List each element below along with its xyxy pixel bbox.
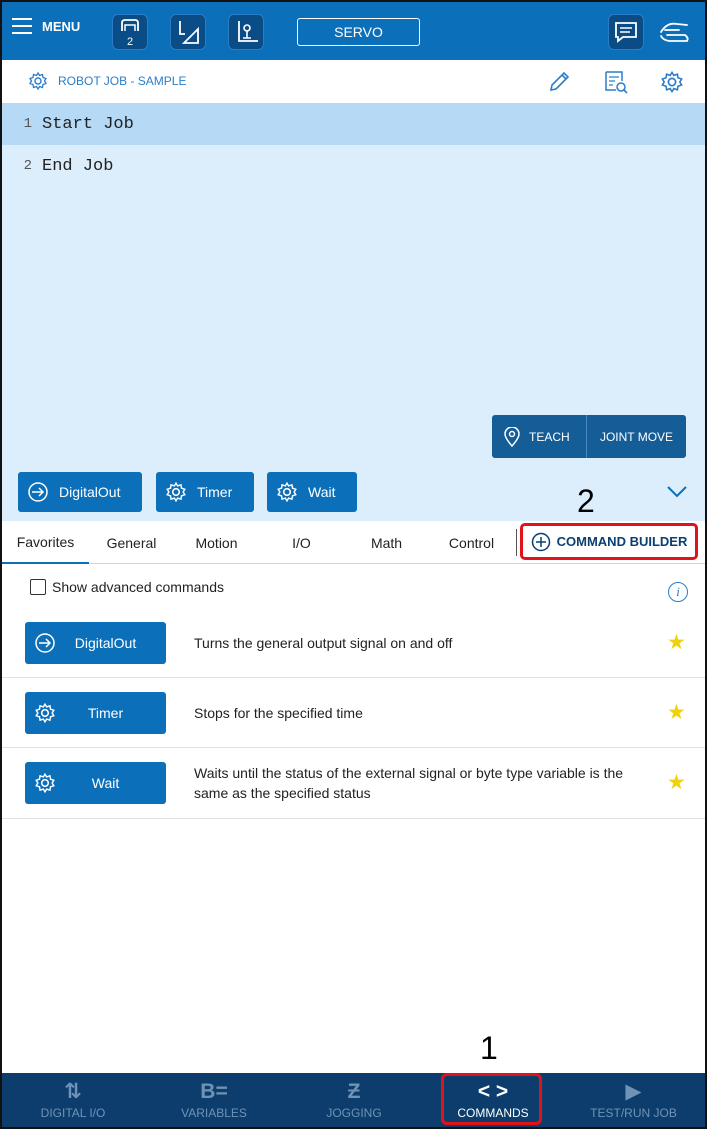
- command-button-wait[interactable]: Wait: [25, 762, 166, 804]
- gear-icon: [166, 481, 186, 503]
- menu-button[interactable]: MENU: [12, 18, 80, 34]
- chat-icon: [615, 22, 637, 43]
- tool-frame-button[interactable]: [228, 14, 264, 50]
- command-label: DigitalOut: [74, 635, 137, 651]
- line-text: End Job: [42, 156, 114, 176]
- hamburger-icon: [12, 18, 32, 34]
- play-icon: ▶: [625, 1079, 642, 1103]
- hand-icon: [660, 22, 689, 42]
- arrow-in-icon: [28, 482, 48, 502]
- command-builder-button[interactable]: COMMAND BUILDER: [520, 523, 698, 560]
- plus-circle-icon: [531, 532, 550, 551]
- advanced-checkbox[interactable]: [30, 579, 46, 595]
- star-icon[interactable]: ★: [667, 632, 686, 653]
- tab-math[interactable]: Math: [344, 521, 429, 564]
- nav-jogging[interactable]: Ƶ JOGGING: [284, 1073, 424, 1127]
- job-search-icon[interactable]: [603, 69, 629, 95]
- command-description: Turns the general output signal on and o…: [194, 635, 453, 651]
- arrow-in-icon: [35, 633, 55, 653]
- annotation-number: 2: [577, 483, 595, 519]
- gear-icon: [277, 481, 297, 503]
- list-item: Timer Stops for the specified time ★: [2, 678, 705, 748]
- gear-icon: [35, 702, 55, 724]
- nav-label: DIGITAL I/O: [40, 1105, 106, 1120]
- command-description: Stops for the specified time: [194, 705, 363, 721]
- annotation-number: 1: [480, 1030, 498, 1066]
- job-line[interactable]: 2 End Job: [2, 145, 705, 187]
- info-icon[interactable]: i: [668, 582, 688, 602]
- tab-favorites[interactable]: Favorites: [2, 521, 89, 564]
- show-advanced-toggle[interactable]: Show advanced commands: [30, 579, 224, 595]
- command-button-digitalout[interactable]: DigitalOut: [25, 622, 166, 664]
- axis-icon: [238, 21, 258, 42]
- robot-number: 2: [127, 36, 133, 47]
- menu-label: MENU: [42, 18, 81, 34]
- settings-gear-icon[interactable]: [660, 70, 684, 94]
- job-settings-icon[interactable]: [28, 71, 48, 91]
- command-label: Timer: [87, 705, 124, 721]
- quick-command-label: DigitalOut: [59, 484, 121, 500]
- app-frame: MENU 2 SERVO ROBOT JOB - SAMPLE 1 Start …: [0, 0, 707, 1129]
- robot-select-button[interactable]: 2: [112, 14, 148, 50]
- coordinate-frame-button[interactable]: [170, 14, 206, 50]
- job-title: ROBOT JOB - SAMPLE: [58, 74, 187, 88]
- nav-test-run-job[interactable]: ▶ TEST/RUN JOB: [562, 1073, 705, 1127]
- tab-divider: [516, 529, 517, 556]
- nav-label: JOGGING: [326, 1105, 382, 1120]
- nav-label: VARIABLES: [181, 1105, 247, 1120]
- digital-io-icon: ⇅: [64, 1079, 82, 1103]
- servo-button[interactable]: SERVO: [297, 18, 420, 46]
- command-builder-label: COMMAND BUILDER: [556, 534, 688, 549]
- frame-angle-icon: [179, 21, 199, 44]
- tab-motion[interactable]: Motion: [174, 521, 259, 564]
- job-header: ROBOT JOB - SAMPLE: [2, 60, 705, 103]
- top-bar: MENU 2 SERVO: [2, 2, 705, 60]
- command-label: Wait: [91, 775, 120, 791]
- location-pin-icon: [504, 426, 520, 447]
- tab-io[interactable]: I/O: [259, 521, 344, 564]
- tab-control[interactable]: Control: [429, 521, 514, 564]
- star-icon[interactable]: ★: [667, 702, 686, 723]
- teach-joint-move-group: TEACH JOINT MOVE: [492, 415, 686, 458]
- quick-command-wait[interactable]: Wait: [267, 472, 357, 512]
- nav-digital-io[interactable]: ⇅ DIGITAL I/O: [2, 1073, 144, 1127]
- line-number: 2: [23, 158, 32, 174]
- star-icon[interactable]: ★: [667, 772, 686, 793]
- command-description: Waits until the status of the external s…: [194, 765, 624, 801]
- joint-move-button[interactable]: JOINT MOVE: [587, 430, 686, 444]
- tab-general[interactable]: General: [89, 521, 174, 564]
- nav-label: TEST/RUN JOB: [590, 1105, 677, 1120]
- quick-command-label: Timer: [197, 484, 233, 500]
- job-line[interactable]: 1 Start Job: [2, 103, 705, 145]
- quick-command-digitalout[interactable]: DigitalOut: [18, 472, 142, 512]
- show-advanced-label: Show advanced commands: [52, 579, 224, 595]
- line-number: 1: [23, 116, 32, 132]
- messages-button[interactable]: [608, 14, 644, 50]
- robot-icon: 2: [121, 19, 139, 47]
- bottom-nav: ⇅ DIGITAL I/O B= VARIABLES Ƶ JOGGING < >…: [2, 1073, 705, 1127]
- jogging-icon: Ƶ: [347, 1079, 361, 1103]
- quick-command-label: Wait: [308, 484, 336, 500]
- nav-variables[interactable]: B= VARIABLES: [144, 1073, 284, 1127]
- gear-icon: [35, 772, 55, 794]
- chevron-down-icon[interactable]: [666, 485, 688, 499]
- commands-highlight-box: [441, 1073, 542, 1125]
- line-text: Start Job: [42, 114, 134, 134]
- edit-pencil-icon[interactable]: [547, 70, 571, 94]
- teach-button[interactable]: TEACH: [492, 415, 587, 458]
- command-tabs: Favorites General Motion I/O Math Contro…: [2, 521, 705, 564]
- job-editor[interactable]: 1 Start Job 2 End Job TEACH JOINT MOVE D…: [2, 103, 705, 521]
- variables-icon: B=: [200, 1079, 228, 1103]
- quick-command-timer[interactable]: Timer: [156, 472, 254, 512]
- hand-guide-button[interactable]: [657, 16, 693, 48]
- teach-label: TEACH: [529, 429, 570, 444]
- list-item: Wait Waits until the status of the exter…: [2, 748, 705, 819]
- list-item: DigitalOut Turns the general output sign…: [2, 608, 705, 678]
- command-button-timer[interactable]: Timer: [25, 692, 166, 734]
